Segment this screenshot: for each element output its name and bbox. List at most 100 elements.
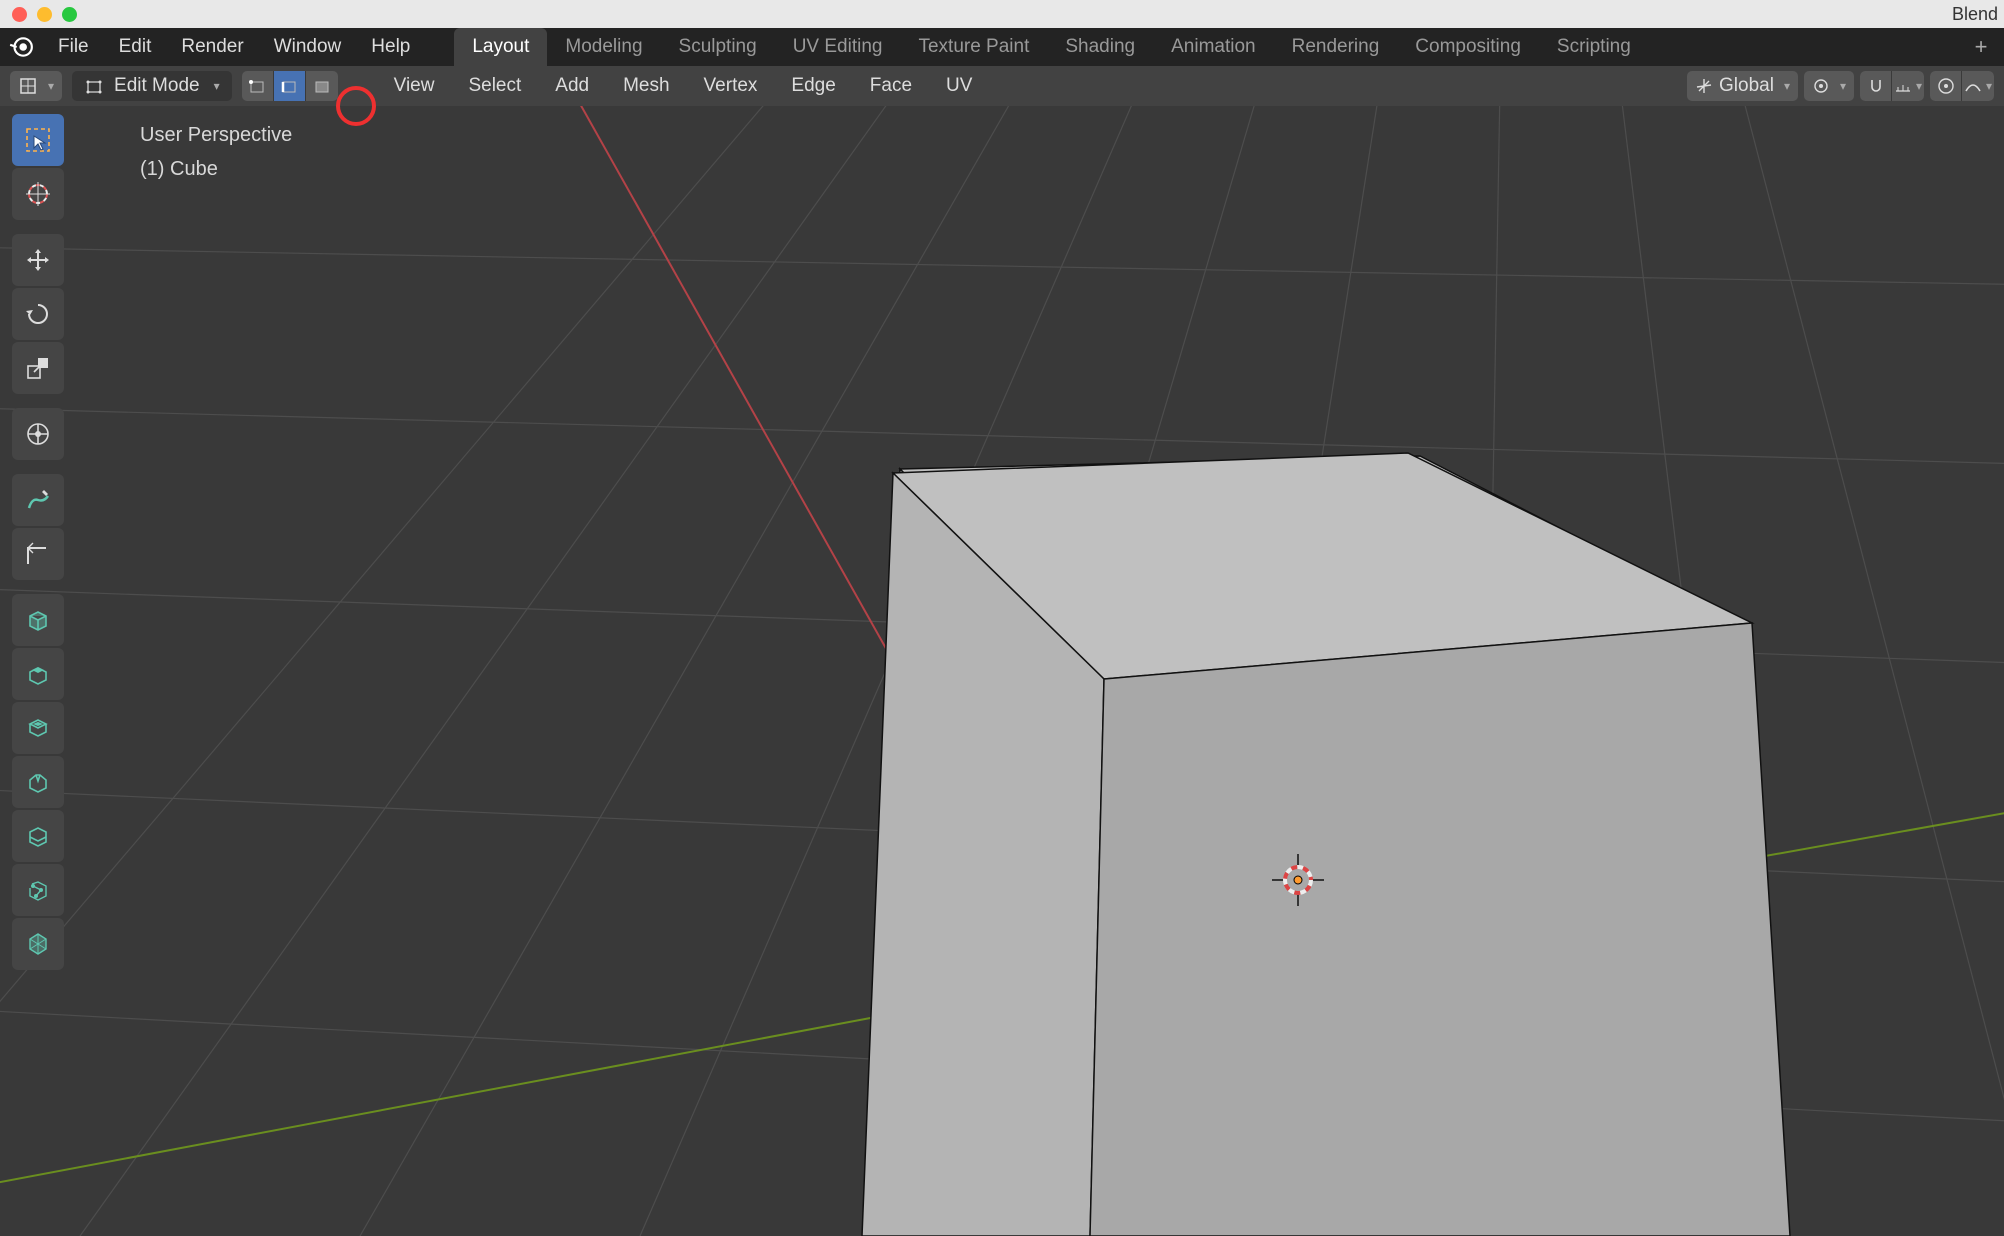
- tool-knife[interactable]: [12, 864, 64, 916]
- transform-icon: [24, 420, 52, 448]
- viewport-scene: [0, 106, 2004, 1236]
- menu-window[interactable]: Window: [260, 30, 356, 64]
- select-box-icon: [24, 126, 52, 154]
- header-menu-edge[interactable]: Edge: [779, 75, 847, 97]
- chevron-down-icon: ▾: [1840, 79, 1846, 93]
- macos-titlebar: Blend: [0, 0, 2004, 28]
- measure-icon: [24, 540, 52, 568]
- vertex-select-button[interactable]: [242, 71, 274, 101]
- edge-select-button[interactable]: [274, 71, 306, 101]
- inset-icon: [24, 714, 52, 742]
- mode-label: Edit Mode: [114, 75, 200, 97]
- workspace-tab-rendering[interactable]: Rendering: [1274, 28, 1398, 66]
- workspace-tab-modeling[interactable]: Modeling: [547, 28, 660, 66]
- menu-file[interactable]: File: [44, 30, 103, 64]
- tool-extrude[interactable]: [12, 648, 64, 700]
- editor-header: ▾ Edit Mode ▾ View Sel: [0, 66, 2004, 106]
- snap-toggle[interactable]: [1860, 71, 1892, 101]
- workspace-tab-layout[interactable]: Layout: [454, 28, 547, 66]
- menu-render[interactable]: Render: [167, 30, 257, 64]
- proportional-icon: [1937, 77, 1955, 95]
- select-mode-group: [242, 71, 338, 101]
- tool-move[interactable]: [12, 234, 64, 286]
- workspace-tab-uv-editing[interactable]: UV Editing: [775, 28, 901, 66]
- header-menu-mesh[interactable]: Mesh: [611, 75, 681, 97]
- orientation-label: Global: [1719, 75, 1774, 97]
- proportional-group: ▾: [1930, 71, 1994, 101]
- move-icon: [24, 246, 52, 274]
- header-right-controls: Global ▾ ▾ ▾: [1687, 71, 1994, 101]
- tool-transform[interactable]: [12, 408, 64, 460]
- proportional-falloff-dropdown[interactable]: ▾: [1962, 71, 1994, 101]
- pivot-dropdown[interactable]: ▾: [1804, 71, 1854, 101]
- tool-poly-build[interactable]: [12, 918, 64, 970]
- edge-icon: [280, 77, 298, 95]
- snap-type-dropdown[interactable]: ▾: [1892, 71, 1924, 101]
- chevron-down-icon: ▾: [1986, 79, 1992, 93]
- default-cube[interactable]: [862, 453, 1790, 1236]
- loop-cut-icon: [24, 822, 52, 850]
- tool-inset[interactable]: [12, 702, 64, 754]
- tool-add-cube[interactable]: [12, 594, 64, 646]
- workspace-tab-animation[interactable]: Animation: [1153, 28, 1274, 66]
- annotate-icon: [24, 486, 52, 514]
- top-menubar: File Edit Render Window Help Layout Mode…: [0, 28, 2004, 66]
- extrude-icon: [24, 660, 52, 688]
- tool-cursor[interactable]: [12, 168, 64, 220]
- workspace-tab-compositing[interactable]: Compositing: [1397, 28, 1539, 66]
- tool-select-box[interactable]: [12, 114, 64, 166]
- falloff-smooth-icon: [1964, 77, 1982, 95]
- menu-help[interactable]: Help: [357, 30, 424, 64]
- vertex-icon: [248, 77, 266, 95]
- maximize-window-button[interactable]: [62, 7, 77, 22]
- poly-build-icon: [24, 930, 52, 958]
- editor-3d-icon: [18, 76, 38, 96]
- close-window-button[interactable]: [12, 7, 27, 22]
- tool-rotate[interactable]: [12, 288, 64, 340]
- header-menu-uv[interactable]: UV: [934, 75, 984, 97]
- tool-scale[interactable]: [12, 342, 64, 394]
- window-controls: [12, 7, 77, 22]
- orientation-dropdown[interactable]: Global ▾: [1687, 71, 1798, 101]
- blender-logo-icon[interactable]: [8, 34, 34, 60]
- workspace-tab-scripting[interactable]: Scripting: [1539, 28, 1649, 66]
- chevron-down-icon: ▾: [1916, 79, 1922, 93]
- menu-edit[interactable]: Edit: [105, 30, 166, 64]
- tool-loop-cut[interactable]: [12, 810, 64, 862]
- scale-icon: [24, 354, 52, 382]
- active-object-label: (1) Cube: [140, 152, 292, 186]
- tool-measure[interactable]: [12, 528, 64, 580]
- header-menu-view[interactable]: View: [382, 75, 447, 97]
- mode-selector[interactable]: Edit Mode ▾: [72, 71, 232, 101]
- magnet-icon: [1867, 77, 1885, 95]
- face-select-button[interactable]: [306, 71, 338, 101]
- tool-shelf: [12, 114, 64, 970]
- header-menu-face[interactable]: Face: [858, 75, 924, 97]
- 3d-viewport[interactable]: User Perspective (1) Cube: [0, 106, 2004, 1236]
- header-menu-add[interactable]: Add: [543, 75, 601, 97]
- proportional-toggle[interactable]: [1930, 71, 1962, 101]
- workspace-tab-shading[interactable]: Shading: [1047, 28, 1153, 66]
- add-workspace-button[interactable]: +: [1966, 34, 1996, 60]
- workspace-tabs: Layout Modeling Sculpting UV Editing Tex…: [454, 28, 1964, 66]
- header-menu-select[interactable]: Select: [456, 75, 533, 97]
- pivot-icon: [1812, 77, 1830, 95]
- workspace-tab-sculpting[interactable]: Sculpting: [661, 28, 775, 66]
- add-cube-icon: [24, 606, 52, 634]
- cursor-3d-icon: [24, 180, 52, 208]
- editor-type-button[interactable]: ▾: [10, 71, 62, 101]
- chevron-down-icon: ▾: [214, 79, 220, 93]
- app-title: Blend: [1952, 4, 1998, 25]
- knife-icon: [24, 876, 52, 904]
- tool-annotate[interactable]: [12, 474, 64, 526]
- tool-bevel[interactable]: [12, 756, 64, 808]
- chevron-down-icon: ▾: [1784, 79, 1790, 93]
- view-perspective-label: User Perspective: [140, 118, 292, 152]
- minimize-window-button[interactable]: [37, 7, 52, 22]
- header-menu-vertex[interactable]: Vertex: [692, 75, 770, 97]
- workspace-tab-texture-paint[interactable]: Texture Paint: [900, 28, 1047, 66]
- bevel-icon: [24, 768, 52, 796]
- rotate-icon: [24, 300, 52, 328]
- viewport-info-overlay: User Perspective (1) Cube: [140, 118, 292, 186]
- snap-group: ▾: [1860, 71, 1924, 101]
